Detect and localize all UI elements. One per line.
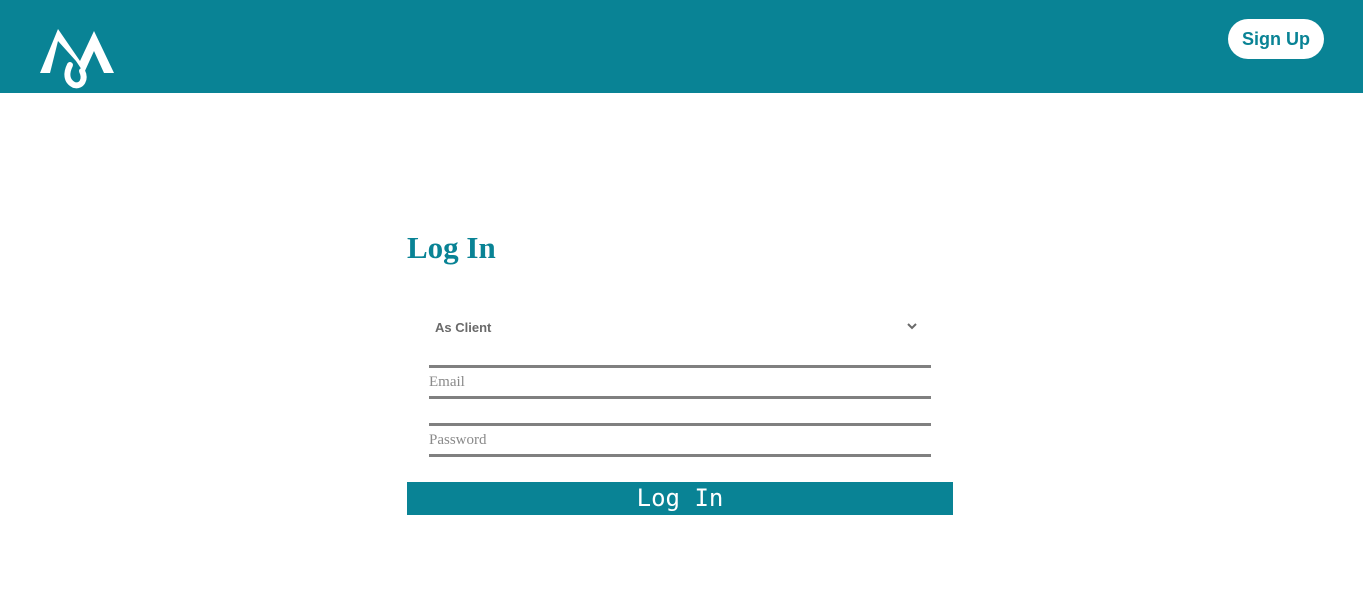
password-field-wrapper: [429, 423, 931, 457]
email-field-wrapper: [429, 365, 931, 399]
login-submit-button[interactable]: Log In: [407, 482, 953, 515]
email-input[interactable]: [429, 368, 931, 396]
brand-logo-icon[interactable]: [38, 25, 116, 89]
password-input[interactable]: [429, 426, 931, 454]
signup-button[interactable]: Sign Up: [1228, 19, 1324, 59]
page-title: Log In: [407, 230, 496, 265]
top-header: Sign Up: [0, 0, 1363, 93]
role-select[interactable]: As Client: [429, 312, 931, 342]
role-select-wrapper: As Client: [429, 312, 931, 342]
